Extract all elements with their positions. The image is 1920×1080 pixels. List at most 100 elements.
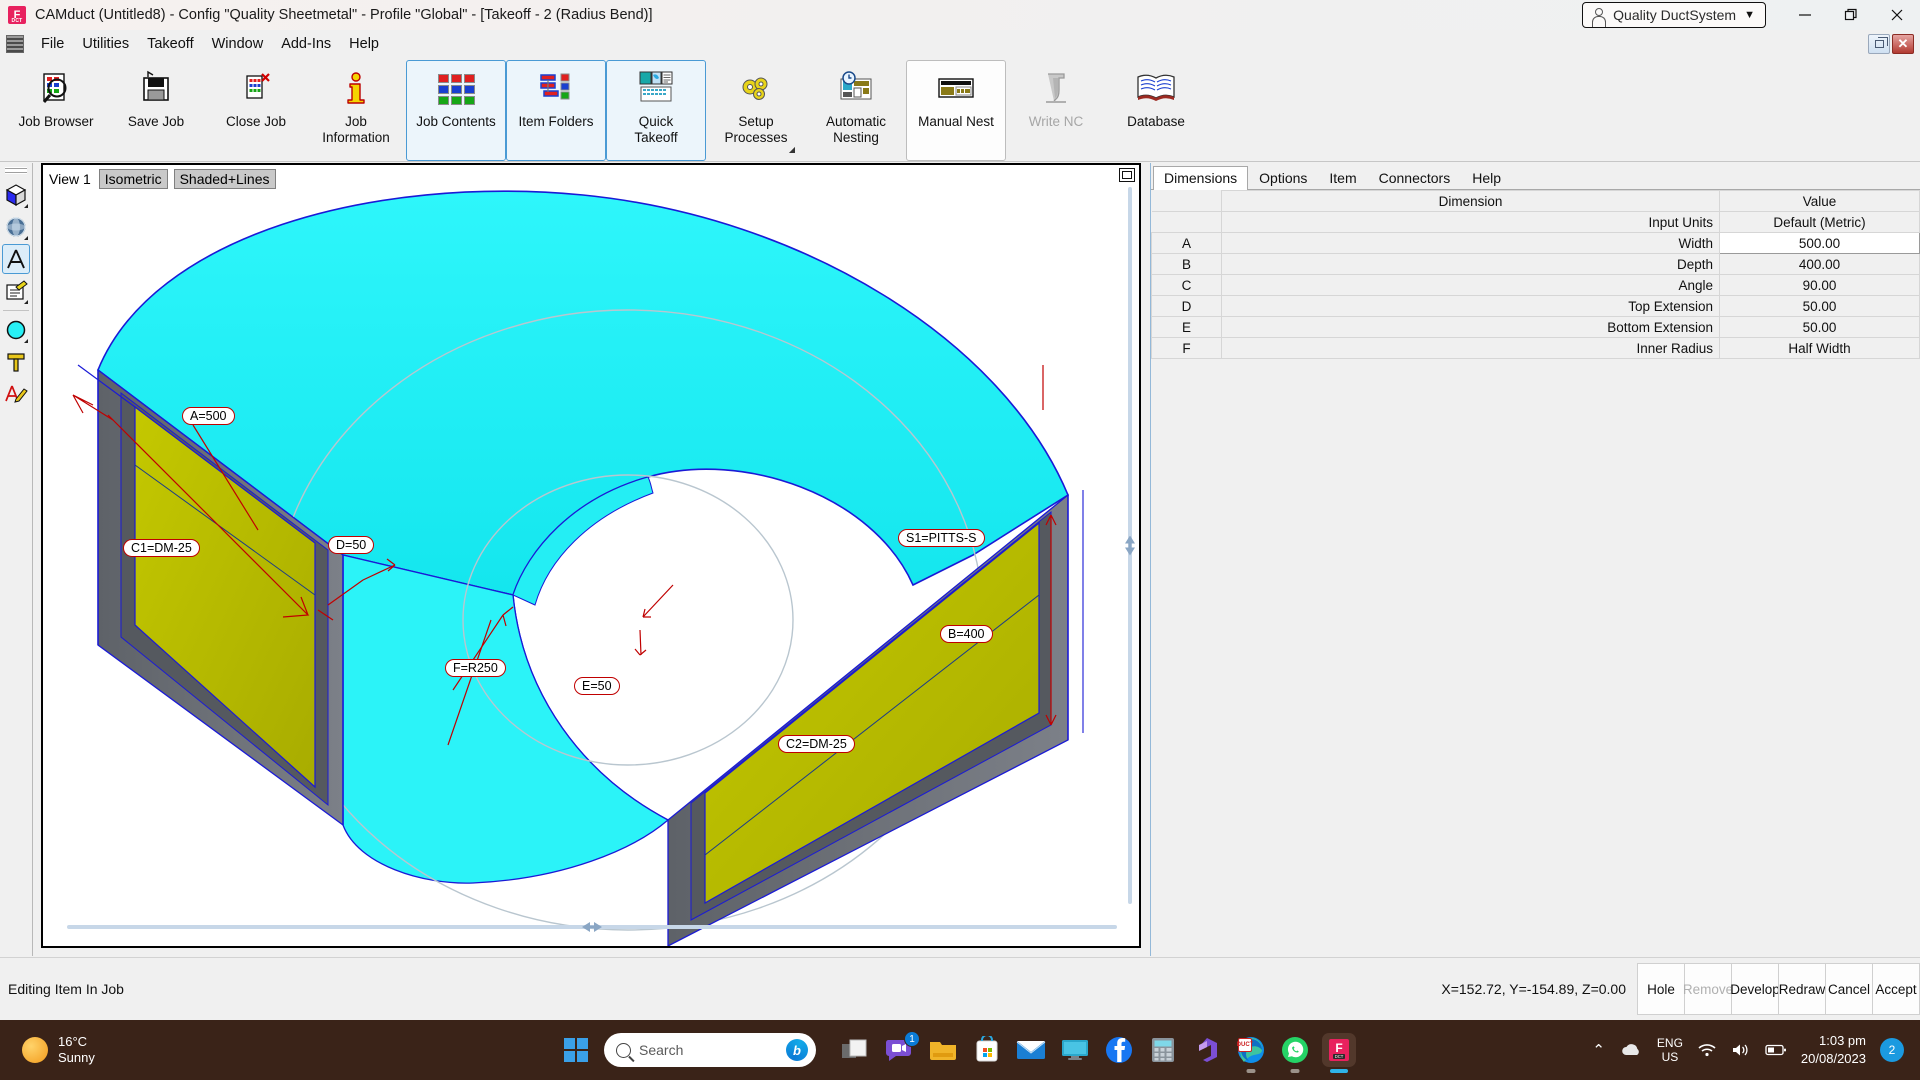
row-value[interactable]: 90.00	[1719, 274, 1920, 296]
table-row[interactable]: A Width 500.00	[1151, 232, 1920, 254]
taskbar-clock[interactable]: 1:03 pm 20/08/2023	[1801, 1032, 1866, 1067]
scrollbar-thumb-horizontal[interactable]	[582, 922, 602, 932]
mdi-restore-button[interactable]	[1868, 33, 1890, 54]
ribbon-manual-nest[interactable]: Manual Nest	[906, 60, 1006, 161]
ribbon-automatic-nesting[interactable]: Automatic Nesting	[806, 60, 906, 161]
viewport-horizontal-scrollbar[interactable]	[67, 922, 1117, 932]
weather-widget[interactable]: 16°C Sunny	[22, 1034, 95, 1067]
minimize-button[interactable]	[1782, 0, 1828, 30]
label-a[interactable]: A=500	[182, 407, 235, 426]
microsoft-365-icon[interactable]	[1190, 1033, 1224, 1067]
accept-button[interactable]: Accept	[1872, 963, 1920, 1015]
label-s1[interactable]: S1=PITTS-S	[898, 529, 985, 548]
ribbon-job-browser[interactable]: Job Browser	[6, 60, 106, 161]
row-value[interactable]: Default (Metric)	[1719, 211, 1920, 233]
table-row[interactable]: B Depth 400.00	[1151, 253, 1920, 275]
file-explorer-icon[interactable]	[926, 1033, 960, 1067]
microsoft-store-icon[interactable]	[970, 1033, 1004, 1067]
viewport-shading-tab[interactable]: Shaded+Lines	[173, 169, 276, 189]
menu-item-file[interactable]: File	[32, 33, 73, 55]
bing-icon[interactable]: b	[786, 1039, 808, 1061]
properties-tool[interactable]	[2, 276, 30, 306]
maximize-button[interactable]	[1828, 0, 1874, 30]
table-row[interactable]: E Bottom Extension 50.00	[1151, 316, 1920, 338]
row-value[interactable]: 500.00	[1719, 232, 1920, 254]
task-view-icon[interactable]	[838, 1033, 872, 1067]
viewport-vertical-scrollbar[interactable]	[1125, 187, 1135, 904]
camduct-taskbar-icon[interactable]: F DCT	[1322, 1033, 1356, 1067]
table-row-units[interactable]: Input Units Default (Metric)	[1151, 211, 1920, 233]
menu-item-takeoff[interactable]: Takeoff	[138, 33, 203, 55]
volume-icon[interactable]	[1731, 1042, 1751, 1058]
menu-item-window[interactable]: Window	[203, 33, 273, 55]
edit-text-tool[interactable]	[2, 379, 30, 409]
annotation-tool[interactable]	[2, 244, 30, 274]
ribbon-database[interactable]: Database	[1106, 60, 1206, 161]
notification-badge[interactable]: 2	[1880, 1038, 1904, 1062]
language-indicator[interactable]: ENG US	[1657, 1036, 1683, 1065]
label-b[interactable]: B=400	[940, 625, 993, 644]
viewport-projection-tab[interactable]: Isometric	[98, 169, 168, 189]
label-c2[interactable]: C2=DM-25	[778, 735, 855, 754]
row-value[interactable]: 50.00	[1719, 316, 1920, 338]
ribbon-item-folders[interactable]: Item Folders	[506, 60, 606, 161]
menu-item-addins[interactable]: Add-Ins	[272, 33, 340, 55]
view-cube-tool[interactable]	[2, 180, 30, 210]
tab-help[interactable]: Help	[1461, 166, 1512, 190]
toolbar-grip[interactable]	[5, 167, 27, 174]
table-row[interactable]: C Angle 90.00	[1151, 274, 1920, 296]
ribbon-setup-processes[interactable]: Setup Processes ◢	[706, 60, 806, 161]
menu-item-help[interactable]: Help	[340, 33, 388, 55]
row-value[interactable]: Half Width	[1719, 337, 1920, 359]
duct-model-3d[interactable]	[43, 165, 1139, 946]
ribbon-write-nc[interactable]: Write NC	[1006, 60, 1106, 161]
table-row[interactable]: F Inner Radius Half Width	[1151, 337, 1920, 359]
viewport-restore-icon[interactable]	[1119, 168, 1135, 182]
cancel-button[interactable]: Cancel	[1825, 963, 1873, 1015]
windows-start-icon[interactable]	[564, 1038, 588, 1062]
label-d[interactable]: D=50	[328, 536, 375, 555]
wifi-icon[interactable]	[1697, 1042, 1717, 1058]
hole-button[interactable]: Hole	[1637, 963, 1685, 1015]
develop-button[interactable]: Develop	[1730, 963, 1780, 1015]
label-f[interactable]: F=R250	[445, 659, 506, 678]
account-button[interactable]: Quality DuctSystem ▼	[1582, 2, 1766, 28]
facebook-icon[interactable]	[1102, 1033, 1136, 1067]
chevron-down-icon[interactable]: ◢	[789, 145, 795, 154]
tray-chevron-up-icon[interactable]: ⌃	[1592, 1041, 1605, 1059]
hammer-tool[interactable]	[2, 347, 30, 377]
ribbon-save-job[interactable]: Save Job	[106, 60, 206, 161]
label-c1[interactable]: C1=DM-25	[123, 539, 200, 558]
onedrive-icon[interactable]	[1619, 1041, 1643, 1059]
tab-item[interactable]: Item	[1318, 166, 1367, 190]
mdi-close-button[interactable]: ✕	[1892, 33, 1914, 54]
whatsapp-icon[interactable]	[1278, 1033, 1312, 1067]
taskbar-search[interactable]: Search b	[604, 1033, 816, 1067]
viewport-frame[interactable]: View 1 Isometric Shaded+Lines A=500 C1=D…	[41, 163, 1141, 948]
menu-item-utilities[interactable]: Utilities	[73, 33, 138, 55]
tab-options[interactable]: Options	[1248, 166, 1318, 190]
label-e[interactable]: E=50	[574, 677, 620, 696]
scrollbar-thumb-vertical[interactable]	[1125, 535, 1135, 556]
ribbon-job-contents[interactable]: Job Contents	[406, 60, 506, 161]
ribbon-quick-takeoff[interactable]: Quick Takeoff	[606, 60, 706, 161]
mail-icon[interactable]	[1014, 1033, 1048, 1067]
remove-button[interactable]: Remove	[1683, 963, 1733, 1015]
properties-tabs: Dimensions Options Item Connectors Help	[1151, 163, 1920, 190]
redraw-button[interactable]: Redraw	[1778, 963, 1826, 1015]
render-sphere-tool[interactable]	[2, 212, 30, 242]
remote-desktop-icon[interactable]	[1058, 1033, 1092, 1067]
battery-icon[interactable]	[1765, 1043, 1787, 1057]
ribbon-close-job[interactable]: Close Job	[206, 60, 306, 161]
row-value[interactable]: 50.00	[1719, 295, 1920, 317]
close-button[interactable]	[1874, 0, 1920, 30]
tab-connectors[interactable]: Connectors	[1368, 166, 1462, 190]
edge-icon[interactable]: DUCT	[1234, 1033, 1268, 1067]
tab-dimensions[interactable]: Dimensions	[1153, 166, 1249, 190]
teams-chat-icon[interactable]: 1	[882, 1031, 920, 1067]
row-value[interactable]: 400.00	[1719, 253, 1920, 275]
shaded-circle-tool[interactable]	[2, 315, 30, 345]
table-row[interactable]: D Top Extension 50.00	[1151, 295, 1920, 317]
calculator-icon[interactable]	[1146, 1033, 1180, 1067]
ribbon-job-information[interactable]: Job Information	[306, 60, 406, 161]
